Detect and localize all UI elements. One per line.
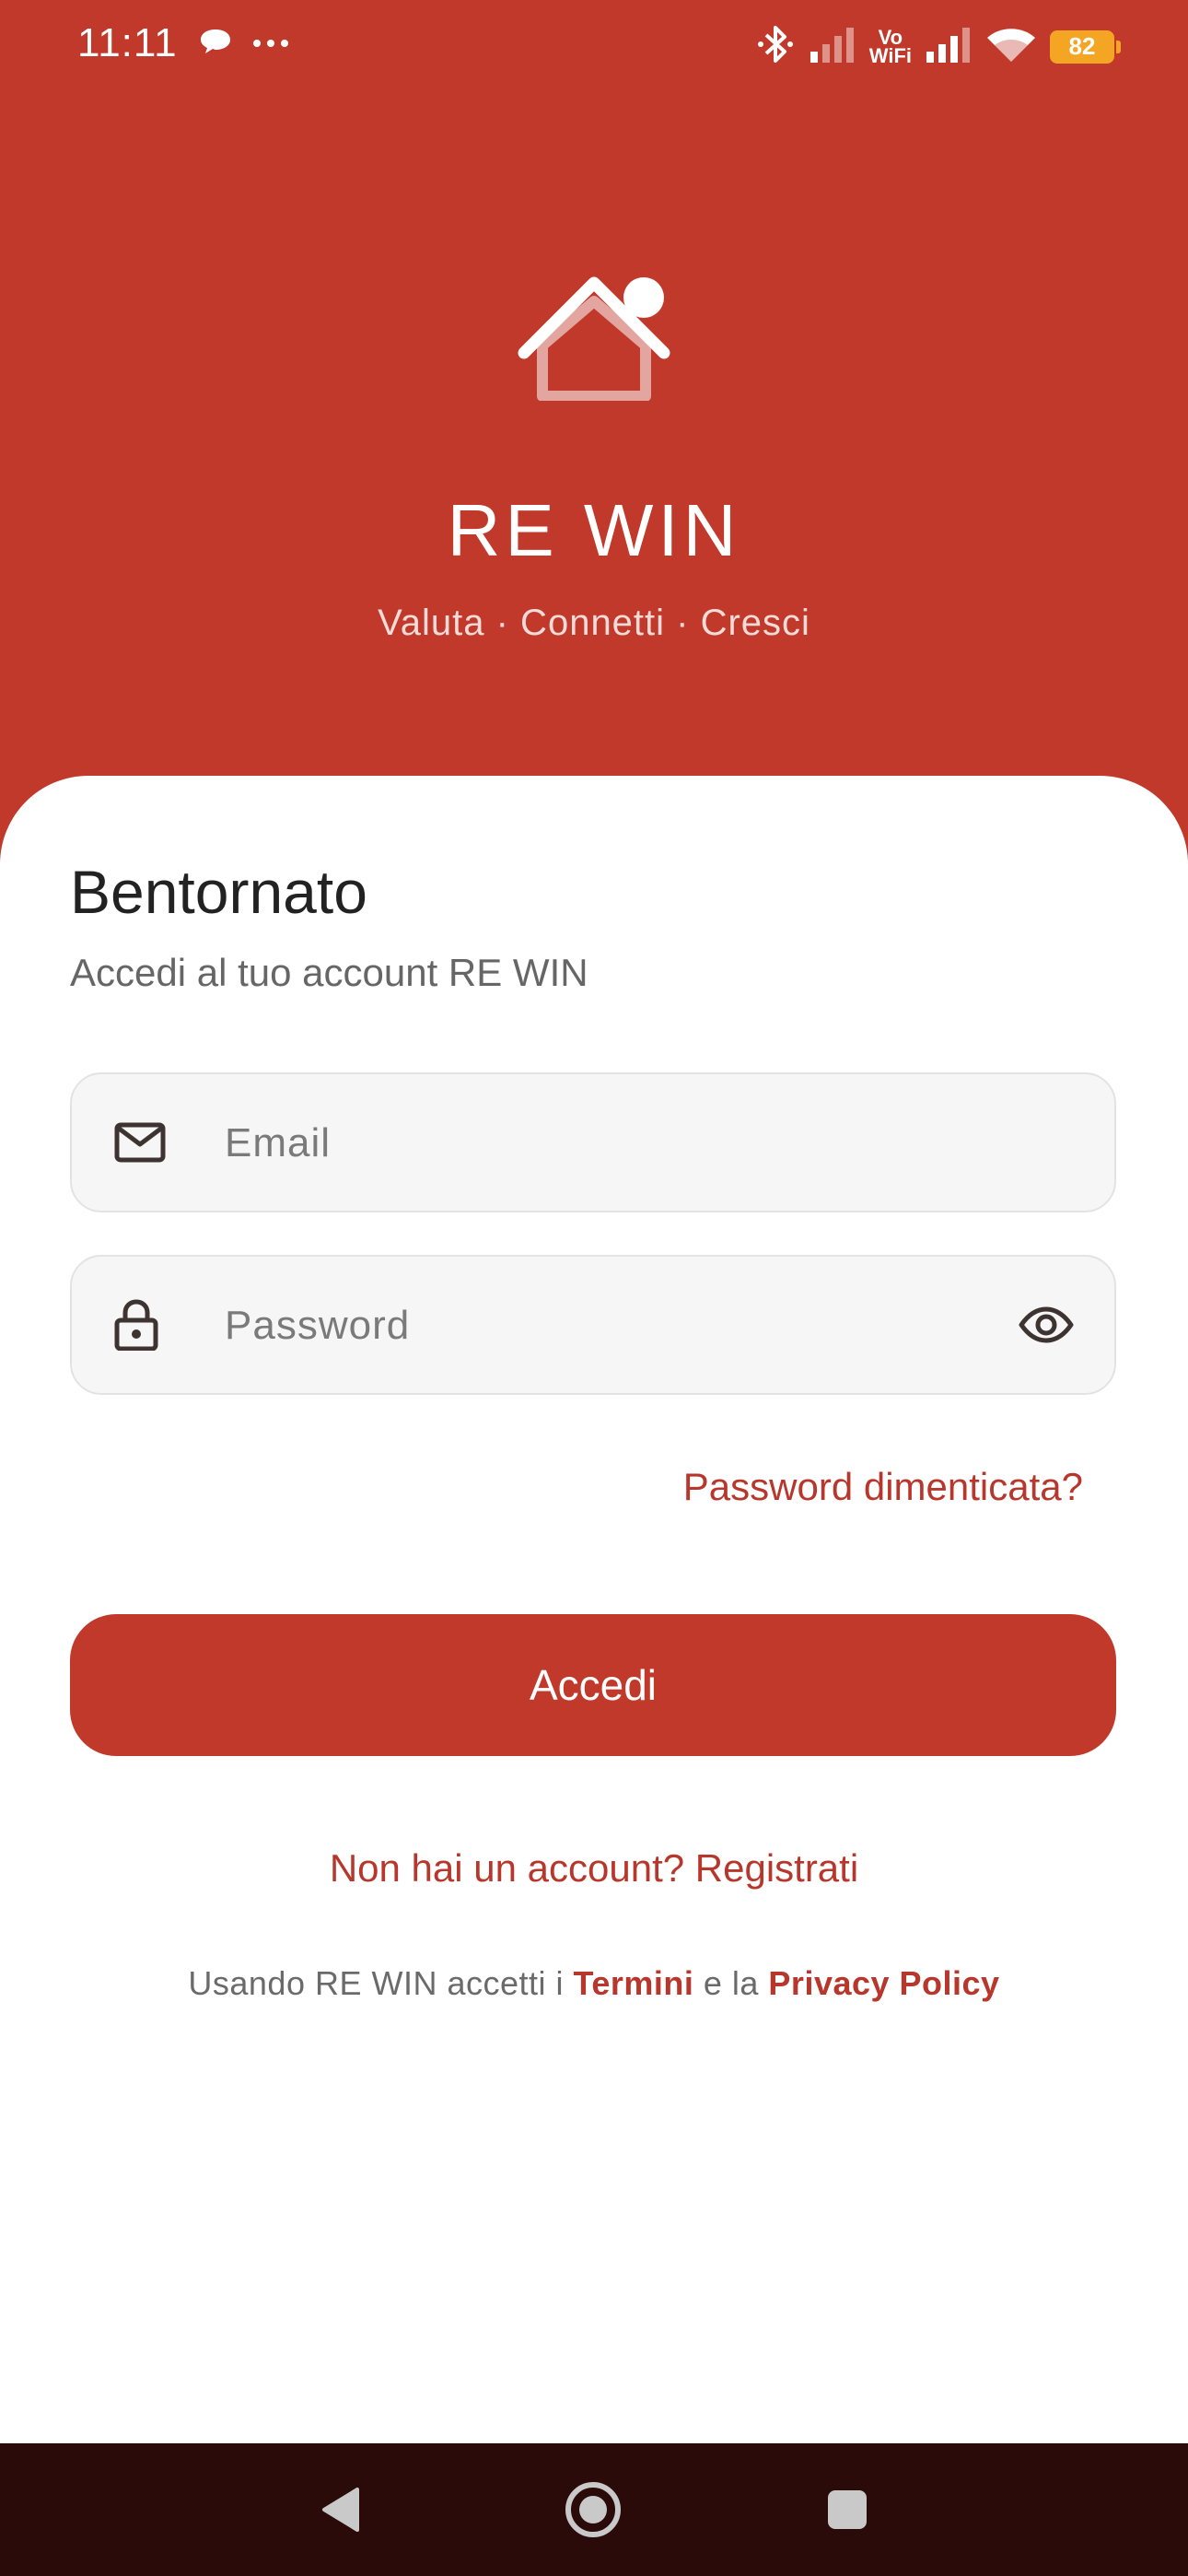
password-input[interactable] [223,1257,1000,1395]
signal-weak-icon [809,26,856,67]
terms-prefix: Usando RE WIN accetti i [188,1964,574,2002]
login-button[interactable]: Accedi [70,1614,1116,1756]
house-icon [502,263,686,405]
bluetooth-icon [755,22,796,71]
app-title: RE WIN [447,489,741,571]
terms-notice: Usando RE WIN accetti i Termini e la Pri… [0,1964,1188,2003]
app-tagline: Valuta · Connetti · Cresci [378,603,810,643]
vowifi-indicator: Vo WiFi [868,27,912,67]
recents-icon[interactable] [818,2480,877,2539]
forgot-password-link[interactable]: Password dimenticata? [683,1465,1083,1509]
mail-icon [114,1122,166,1163]
battery-level: 82 [1068,32,1096,60]
signal-icon [925,26,973,67]
navigation-bar [0,2443,1188,2576]
more-dots-icon [252,36,289,53]
login-card: Bentornato Accedi al tuo account RE WIN [0,776,1188,2443]
wifi-icon [985,25,1037,68]
terms-link[interactable]: Termini [574,1964,694,2002]
back-icon[interactable] [311,2480,370,2539]
page-title: Bentornato [70,858,367,926]
register-link[interactable]: Non hai un account? Registrati [0,1846,1188,1891]
lock-icon [114,1299,158,1351]
login-screen: 11:11 Vo WiFi 82 RE WIN Valuta · Connett… [0,0,1188,2576]
eye-icon[interactable] [1019,1306,1074,1343]
status-time: 11:11 [77,20,178,65]
status-notification-icons [199,28,289,60]
vowifi-bottom-label: WiFi [868,43,912,67]
email-field[interactable] [70,1072,1116,1212]
email-input[interactable] [223,1074,1000,1212]
status-bar: 11:11 Vo WiFi 82 [0,0,1188,92]
password-field[interactable] [70,1255,1116,1395]
page-subtitle: Accedi al tuo account RE WIN [70,951,588,994]
chat-bubble-icon [199,28,232,60]
privacy-policy-link[interactable]: Privacy Policy [768,1964,999,2002]
status-system-icons: Vo WiFi 82 [755,22,1121,71]
battery-indicator: 82 [1050,29,1121,64]
terms-middle: e la [693,1964,769,2002]
home-icon[interactable] [564,2480,623,2539]
